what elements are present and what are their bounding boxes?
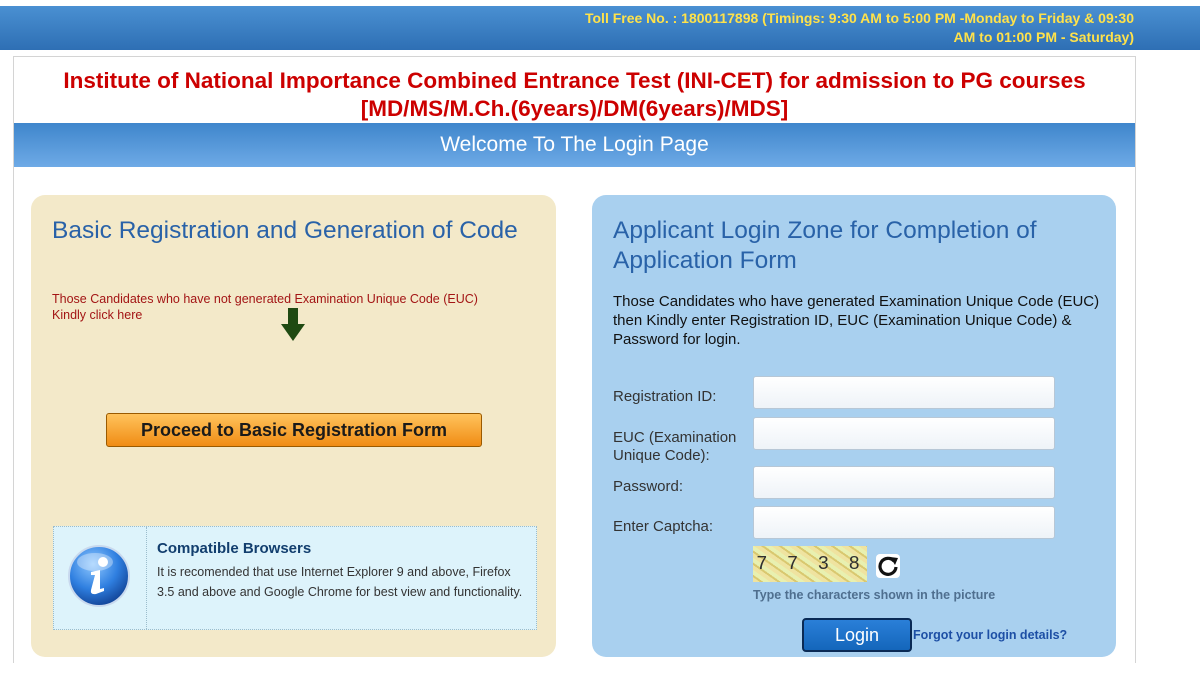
basic-registration-panel: Basic Registration and Generation of Cod…	[31, 195, 556, 657]
captcha-input[interactable]	[753, 506, 1055, 539]
password-label: Password:	[613, 478, 684, 495]
captcha-label: Enter Captcha:	[613, 518, 714, 535]
captcha-hint: Type the characters shown in the picture	[753, 588, 996, 602]
registration-id-input[interactable]	[753, 376, 1055, 409]
page-title-line-1: Institute of National Importance Combine…	[63, 68, 1086, 93]
toll-free-line-1: Toll Free No. : 1800117898 (Timings: 9:3…	[584, 10, 1134, 26]
forgot-login-link[interactable]: Forgot your login details?	[913, 628, 1067, 642]
compatible-browsers-box: Compatible Browsers It is recomended tha…	[53, 526, 537, 630]
basic-registration-note-line-1: Those Candidates who have not generated …	[52, 292, 478, 306]
info-icon	[68, 545, 130, 607]
page-title: Institute of National Importance Combine…	[14, 67, 1135, 123]
login-button[interactable]: Login	[802, 618, 912, 652]
captcha-image: 7 7 3 8	[753, 546, 867, 582]
toll-free-line-2: AM to 01:00 PM - Saturday)	[953, 29, 1134, 45]
password-input[interactable]	[753, 466, 1055, 499]
applicant-login-title: Applicant Login Zone for Completion of A…	[613, 217, 1037, 274]
proceed-basic-registration-button[interactable]: Proceed to Basic Registration Form	[106, 413, 482, 447]
registration-id-label: Registration ID:	[613, 388, 717, 405]
toll-free-info: Toll Free No. : 1800117898 (Timings: 9:3…	[434, 9, 1134, 47]
basic-registration-title: Basic Registration and Generation of Cod…	[52, 217, 518, 244]
euc-input[interactable]	[753, 417, 1055, 450]
refresh-captcha-icon[interactable]	[876, 554, 900, 578]
down-arrow-icon	[281, 308, 305, 341]
top-bar: Toll Free No. : 1800117898 (Timings: 9:3…	[0, 6, 1200, 50]
compatible-browsers-title: Compatible Browsers	[157, 540, 312, 557]
welcome-banner: Welcome To The Login Page	[14, 123, 1135, 167]
compatible-browsers-icon-cell	[54, 527, 147, 629]
compatible-browsers-text: It is recomended that use Internet Explo…	[157, 565, 523, 599]
applicant-login-note: Those Candidates who have generated Exam…	[613, 293, 1100, 348]
euc-label: EUC (Examination Unique Code):	[613, 429, 737, 464]
page-title-line-2: [MD/MS/M.Ch.(6years)/DM(6years)/MDS]	[360, 96, 789, 121]
applicant-login-panel: Applicant Login Zone for Completion of A…	[592, 195, 1116, 657]
